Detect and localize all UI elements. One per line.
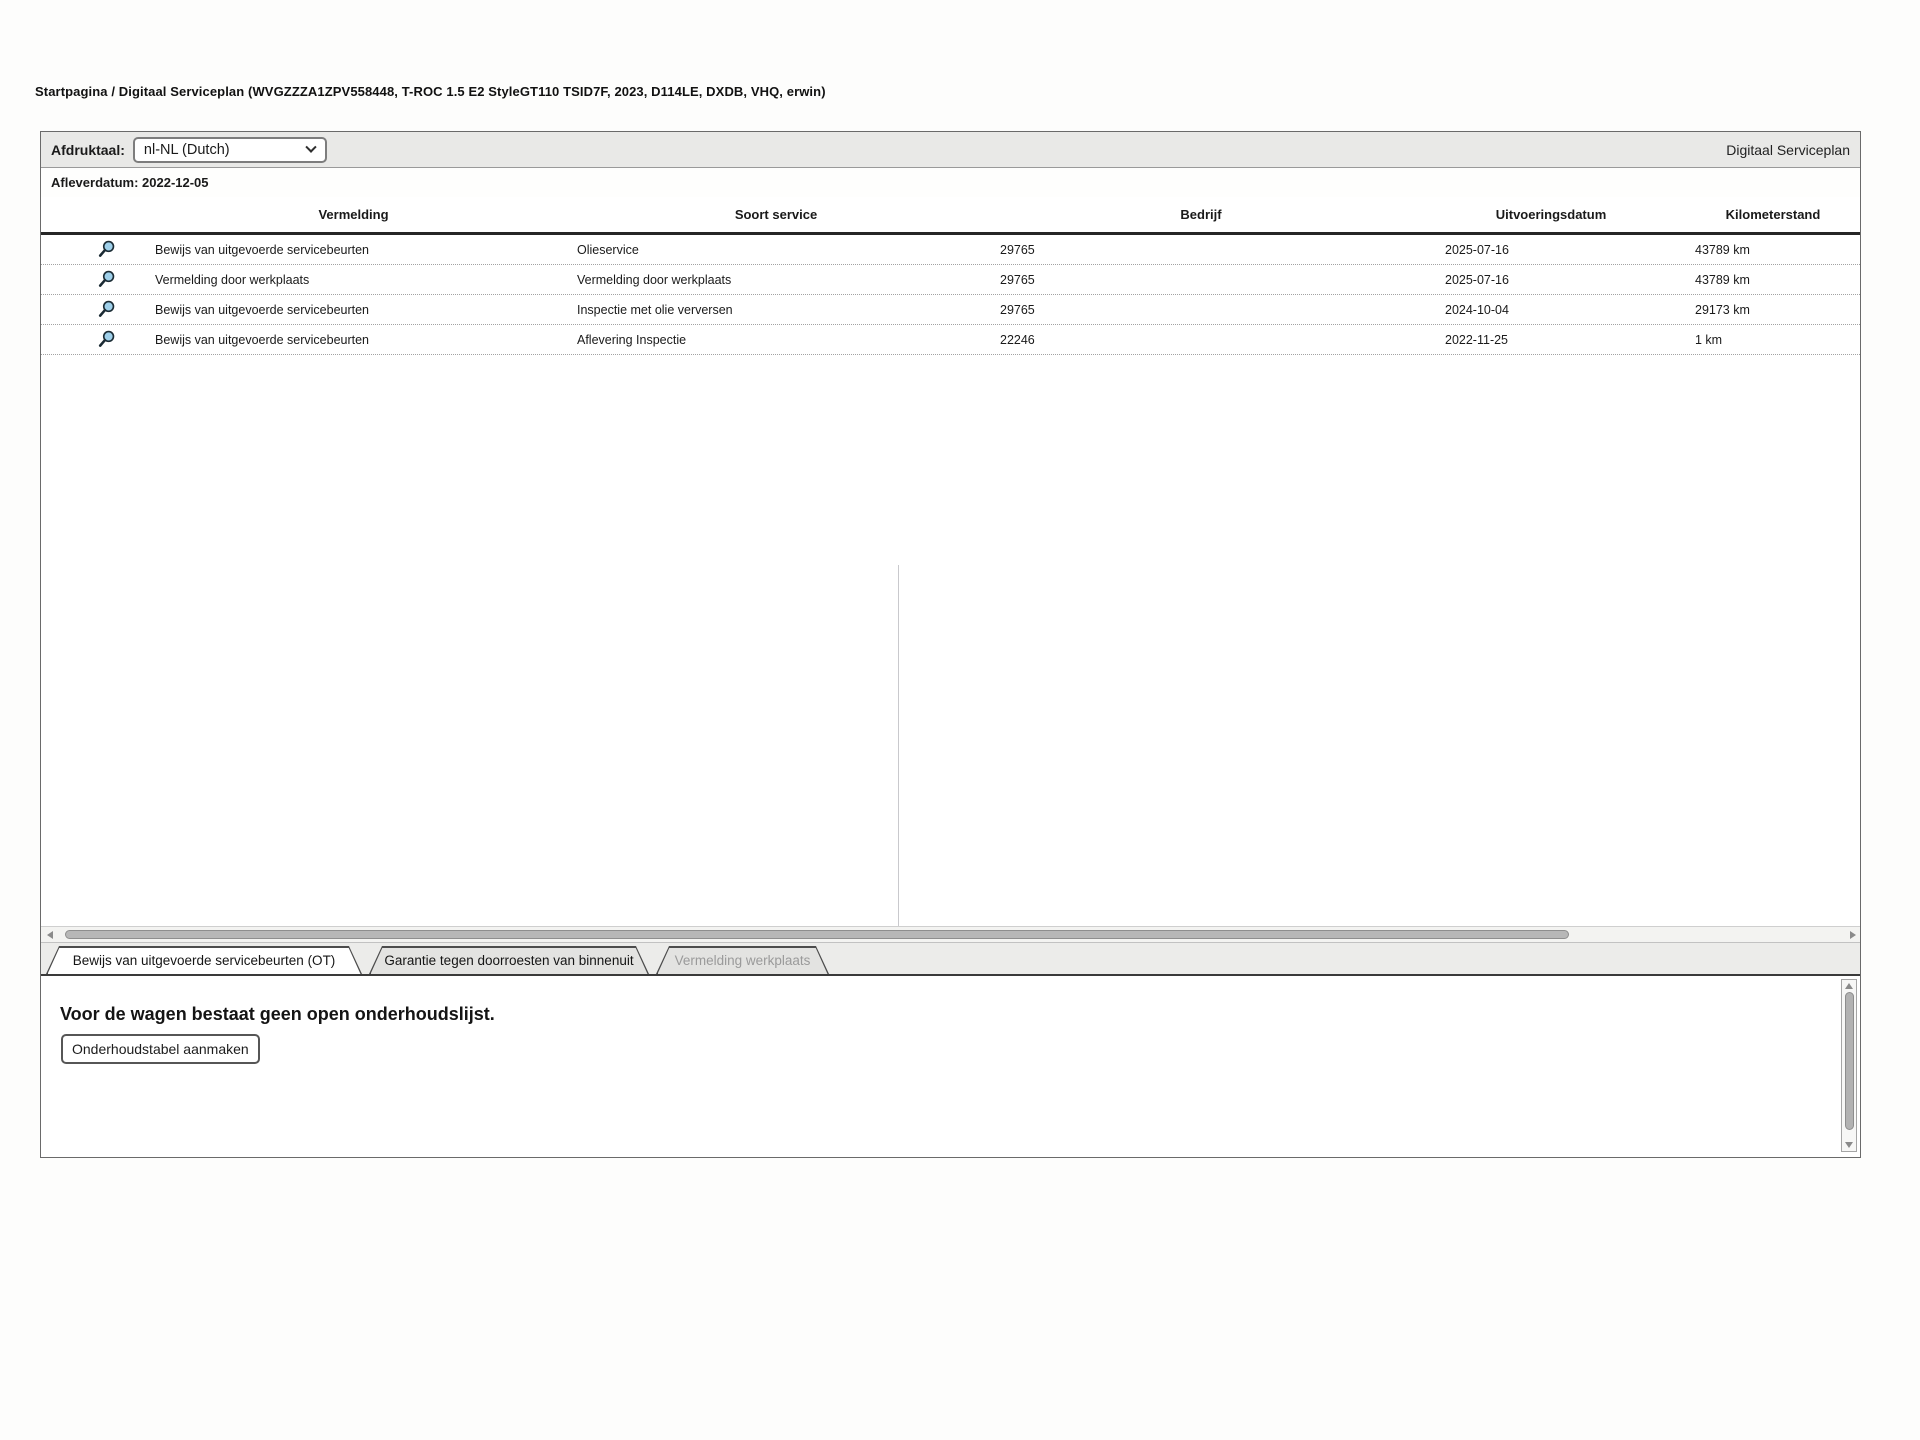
cell-soort-service: Vermelding door werkplaats (577, 272, 732, 287)
tab-content-panel: Voor de wagen bestaat geen open onderhou… (41, 976, 1860, 1157)
cell-uitvoeringsdatum: 2025-07-16 (1445, 242, 1509, 257)
tab-vermelding-werkplaats[interactable]: Vermelding werkplaats (656, 946, 829, 974)
cell-bedrijf: 22246 (1000, 332, 1035, 347)
no-open-maintenance-message: Voor de wagen bestaat geen open onderhou… (60, 1004, 495, 1024)
magnifier-icon (98, 240, 114, 257)
row-detail-button[interactable] (94, 238, 118, 262)
cell-vermelding: Vermelding door werkplaats (155, 272, 310, 287)
tab-bewijs-van-uitgevoerde-servicebeurten[interactable]: Bewijs van uitgevoerde servicebeurten (O… (46, 946, 362, 974)
table-empty-area (41, 355, 1860, 926)
table-row: Vermelding door werkplaats Vermelding do… (41, 265, 1860, 295)
cell-uitvoeringsdatum: 2024-10-04 (1445, 302, 1509, 317)
tab-garantie-tegen-doorroesten[interactable]: Garantie tegen doorroesten van binnenuit (369, 946, 649, 974)
table-row: Bewijs van uitgevoerde servicebeurten Ol… (41, 235, 1860, 265)
delivery-date-row: Afleverdatum: 2022-12-05 (41, 168, 1860, 197)
cell-bedrijf: 29765 (1000, 242, 1035, 257)
tab-label: Vermelding werkplaats (674, 953, 811, 969)
scroll-left-arrow-icon[interactable] (47, 930, 53, 939)
magnifier-icon (98, 270, 114, 287)
column-header-soort-service: Soort service (734, 207, 818, 222)
cell-vermelding: Bewijs van uitgevoerde servicebeurten (155, 332, 370, 347)
row-detail-button[interactable] (94, 328, 118, 352)
scroll-down-arrow-icon[interactable] (1845, 1142, 1853, 1148)
serviceplan-panel: Afdruktaal: nl-NL (Dutch) Digitaal Servi… (40, 131, 1861, 1158)
tab-label: Garantie tegen doorroesten van binnenuit (384, 953, 634, 969)
horizontal-scrollbar[interactable] (41, 926, 1860, 943)
magnifier-icon (98, 330, 114, 347)
cell-soort-service: Inspectie met olie verversen (577, 302, 733, 317)
chevron-down-icon (305, 141, 317, 153)
cell-soort-service: Aflevering Inspectie (577, 332, 687, 347)
scroll-up-arrow-icon[interactable] (1845, 983, 1853, 989)
column-header-vermelding: Vermelding (318, 207, 389, 222)
delivery-date-text: Afleverdatum: 2022-12-05 (51, 175, 209, 190)
vertical-scrollbar[interactable] (1841, 979, 1857, 1152)
horizontal-scrollbar-thumb[interactable] (65, 930, 1569, 939)
row-detail-button[interactable] (94, 268, 118, 292)
table-row: Bewijs van uitgevoerde servicebeurten Af… (41, 325, 1860, 355)
scroll-right-arrow-icon[interactable] (1850, 930, 1856, 939)
print-language-select[interactable]: nl-NL (Dutch) (132, 136, 327, 163)
cell-kilometerstand: 1 km (1695, 332, 1723, 347)
column-header-bedrijf: Bedrijf (1180, 207, 1222, 222)
cell-bedrijf: 29765 (1000, 302, 1035, 317)
cell-vermelding: Bewijs van uitgevoerde servicebeurten (155, 242, 370, 257)
cell-uitvoeringsdatum: 2022-11-25 (1445, 332, 1509, 347)
breadcrumb[interactable]: Startpagina / Digitaal Serviceplan (WVGZ… (35, 84, 826, 99)
top-toolbar: Afdruktaal: nl-NL (Dutch) Digitaal Servi… (41, 132, 1860, 168)
tab-label: Bewijs van uitgevoerde servicebeurten (O… (72, 953, 336, 969)
table-row: Bewijs van uitgevoerde servicebeurten In… (41, 295, 1860, 325)
print-language-selected-value: nl-NL (Dutch) (143, 141, 230, 158)
cell-kilometerstand: 43789 km (1695, 272, 1750, 287)
cell-soort-service: Olieservice (577, 242, 639, 257)
tab-strip: Bewijs van uitgevoerde servicebeurten (O… (41, 943, 1860, 976)
row-detail-button[interactable] (94, 298, 118, 322)
vertical-scrollbar-thumb[interactable] (1844, 992, 1854, 1130)
column-header-uitvoeringsdatum: Uitvoeringsdatum (1495, 207, 1607, 222)
cell-vermelding: Bewijs van uitgevoerde servicebeurten (155, 302, 370, 317)
cell-bedrijf: 29765 (1000, 272, 1035, 287)
cell-uitvoeringsdatum: 2025-07-16 (1445, 272, 1509, 287)
table-header-row: Vermelding Soort service Bedrijf Uitvoer… (41, 197, 1860, 235)
print-language-label: Afdruktaal: (51, 141, 125, 158)
cell-kilometerstand: 43789 km (1695, 242, 1750, 257)
column-header-kilometerstand: Kilometerstand (1725, 207, 1821, 222)
magnifier-icon (98, 300, 114, 317)
page-title: Digitaal Serviceplan (1726, 141, 1850, 158)
create-maintenance-table-button[interactable]: Onderhoudstabel aanmaken (61, 1034, 260, 1064)
column-divider (898, 565, 899, 926)
cell-kilometerstand: 29173 km (1695, 302, 1750, 317)
